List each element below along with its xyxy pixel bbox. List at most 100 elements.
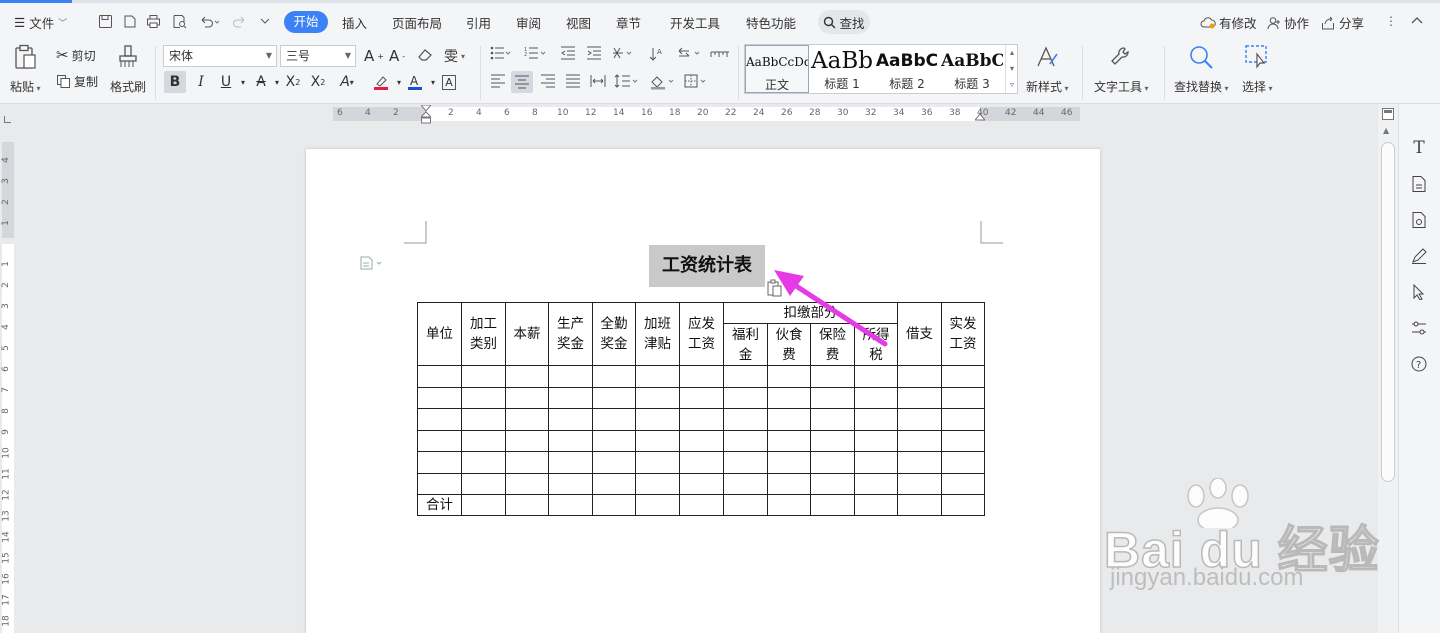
table-cell[interactable] <box>417 408 462 431</box>
table-cell[interactable] <box>635 365 680 388</box>
print-preview-icon[interactable] <box>170 12 188 30</box>
table-row[interactable] <box>417 451 985 474</box>
table-cell[interactable] <box>810 472 855 495</box>
table-cell[interactable] <box>505 365 549 388</box>
header-base-salary[interactable]: 本薪 <box>505 302 549 366</box>
table-cell[interactable] <box>767 472 811 495</box>
cut-button[interactable]: ✂ 剪切 <box>56 46 96 64</box>
table-cell[interactable] <box>810 365 855 388</box>
borders-icon[interactable] <box>684 74 710 88</box>
table-cell[interactable] <box>854 451 898 474</box>
table-cell[interactable] <box>505 494 549 516</box>
tab-developer[interactable]: 开发工具 <box>670 13 720 32</box>
indent-marker[interactable] <box>419 104 433 127</box>
table-tools-icon[interactable] <box>710 46 730 60</box>
table-cell[interactable] <box>723 365 768 388</box>
table-cell[interactable] <box>635 451 680 474</box>
table-cell[interactable] <box>592 472 636 495</box>
table-cell[interactable] <box>679 386 724 409</box>
table-cell[interactable] <box>592 451 636 474</box>
table-cell[interactable] <box>635 472 680 495</box>
numbered-list-icon[interactable]: 12 <box>524 46 548 60</box>
tab-home[interactable]: 开始 <box>284 11 328 33</box>
tab-review[interactable]: 审阅 <box>516 13 541 32</box>
table-cell[interactable] <box>941 408 985 431</box>
customize-toolbar-icon[interactable] <box>256 12 274 30</box>
table-cell[interactable] <box>635 429 680 452</box>
table-cell[interactable] <box>679 429 724 452</box>
table-cell[interactable] <box>417 451 462 474</box>
table-cell[interactable] <box>854 494 898 516</box>
redo-icon[interactable] <box>230 12 248 30</box>
table-cell[interactable] <box>723 472 768 495</box>
table-cell[interactable] <box>417 365 462 388</box>
scrollbar-thumb[interactable] <box>1381 142 1395 482</box>
table-cell[interactable] <box>592 408 636 431</box>
table-cell[interactable] <box>810 494 855 516</box>
format-painter-button[interactable]: 格式刷 <box>110 44 146 95</box>
table-cell[interactable] <box>548 386 593 409</box>
table-cell[interactable] <box>505 386 549 409</box>
style-heading-3[interactable]: AaBbC 标题 3 <box>941 45 1003 93</box>
sort-icon[interactable]: A <box>648 46 666 62</box>
vertical-ruler[interactable]: 4 3 2 1 1 2 3 4 5 6 7 8 9 10 11 12 13 14 15 16 17 18 <box>0 124 16 633</box>
table-cell[interactable] <box>679 494 724 516</box>
table-cell[interactable] <box>810 429 855 452</box>
table-cell[interactable] <box>548 408 593 431</box>
table-cell[interactable] <box>767 365 811 388</box>
style-normal[interactable]: AaBbCcDd 正文 <box>745 45 809 93</box>
table-cell[interactable] <box>941 451 985 474</box>
increase-font-icon[interactable]: A + <box>364 47 384 65</box>
active-document-tab[interactable] <box>0 0 72 3</box>
header-unit[interactable]: 单位 <box>417 302 462 366</box>
tab-insert[interactable]: 插入 <box>342 13 367 32</box>
table-cell[interactable] <box>854 365 898 388</box>
header-net-salary[interactable]: 实发 工资 <box>941 302 985 366</box>
table-cell[interactable] <box>854 408 898 431</box>
bold-button[interactable]: B <box>164 71 186 93</box>
new-style-button[interactable]: 新样式 ▾ <box>1026 44 1069 95</box>
table-cell[interactable] <box>897 365 942 388</box>
text-tools-button[interactable]: 文字工具 ▾ <box>1094 44 1149 95</box>
header-advance[interactable]: 借支 <box>897 302 942 366</box>
header-attendance-bonus[interactable]: 全勤 奖金 <box>592 302 636 366</box>
table-cell[interactable] <box>854 386 898 409</box>
tab-references[interactable]: 引用 <box>466 13 491 32</box>
table-cell[interactable] <box>461 365 506 388</box>
table-cell[interactable] <box>417 386 462 409</box>
style-heading-2[interactable]: AaBbC 标题 2 <box>875 45 939 93</box>
split-view-icon[interactable] <box>1382 108 1394 120</box>
table-cell[interactable] <box>897 472 942 495</box>
table-cell[interactable] <box>505 408 549 431</box>
superscript-icon[interactable]: X2 <box>282 71 304 93</box>
table-cell[interactable] <box>723 451 768 474</box>
table-cell[interactable] <box>461 386 506 409</box>
document-check-icon[interactable] <box>1409 174 1429 194</box>
table-row[interactable] <box>417 429 985 452</box>
collapse-ribbon-icon[interactable] <box>1408 12 1426 30</box>
paragraph-mark-icon[interactable] <box>676 46 704 60</box>
decrease-font-icon[interactable]: A- <box>389 47 405 65</box>
table-row[interactable] <box>417 408 985 431</box>
text-effect-icon[interactable]: A ▾ <box>336 71 358 93</box>
justify-icon[interactable] <box>565 74 581 88</box>
tab-chapter[interactable]: 章节 <box>616 13 641 32</box>
copy-button[interactable]: 复制 <box>56 73 98 90</box>
undo-icon[interactable] <box>196 12 222 30</box>
table-cell[interactable] <box>767 429 811 452</box>
table-cell[interactable] <box>461 408 506 431</box>
table-cell[interactable] <box>679 365 724 388</box>
tab-view[interactable]: 视图 <box>566 13 591 32</box>
table-cell[interactable] <box>854 429 898 452</box>
header-payable-salary[interactable]: 应发 工资 <box>679 302 724 366</box>
header-production-bonus[interactable]: 生产 奖金 <box>548 302 593 366</box>
table-cell[interactable] <box>461 429 506 452</box>
document-page[interactable]: 工资统计表 单位 加工 类别 本薪 生产 奖金 全勤 奖金 加班 津贴 应发 工资 扣缴部… <box>306 149 1100 633</box>
table-cell[interactable] <box>897 408 942 431</box>
output-pdf-icon[interactable] <box>120 12 138 30</box>
table-cell[interactable] <box>897 429 942 452</box>
search-button[interactable]: 查找 <box>818 10 870 34</box>
table-cell[interactable] <box>548 429 593 452</box>
tab-features[interactable]: 特色功能 <box>746 13 796 32</box>
save-icon[interactable] <box>96 12 114 30</box>
